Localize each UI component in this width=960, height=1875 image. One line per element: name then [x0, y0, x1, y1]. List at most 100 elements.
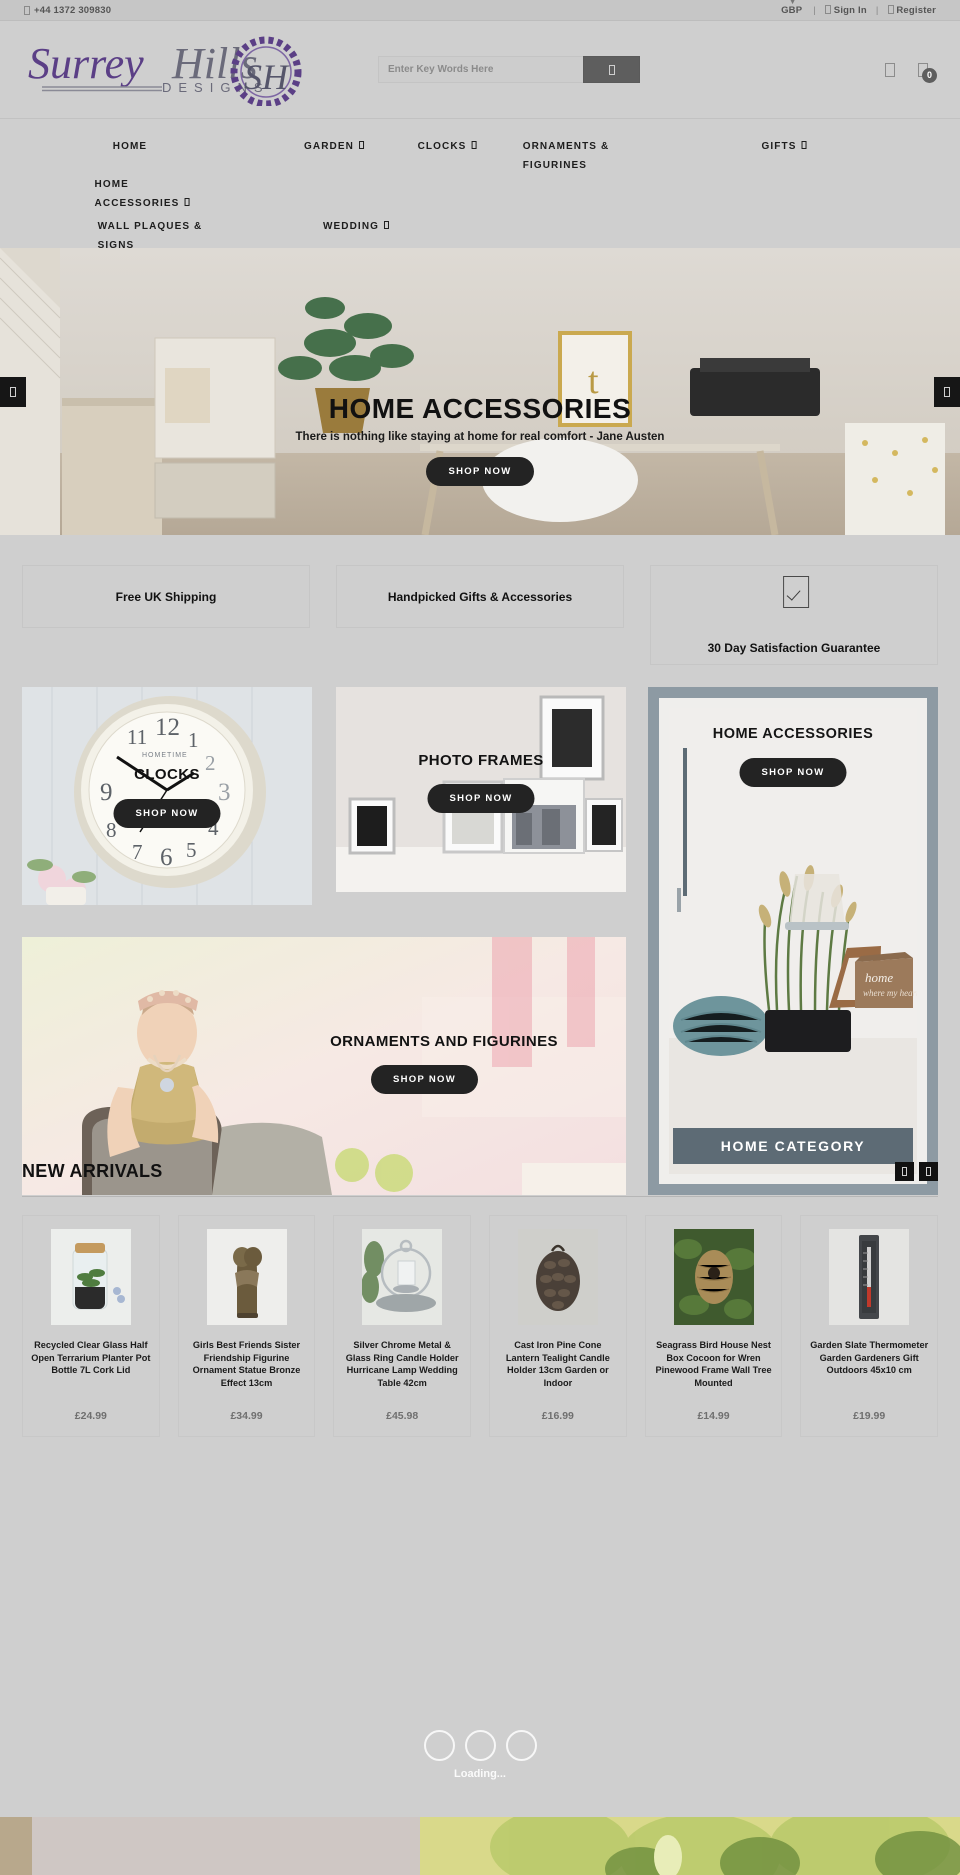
nav-item-gifts[interactable]: GIFTS	[762, 137, 807, 156]
search-icon	[608, 64, 615, 75]
tile-shop-now-button[interactable]: SHOP NOW	[739, 758, 847, 787]
hero-shop-now-button[interactable]: SHOP NOW	[426, 456, 534, 486]
tile-label: CLOCKS	[134, 766, 200, 783]
nav-item-label: WALL PLAQUES & SIGNS	[97, 221, 203, 251]
nav-item-label: WEDDING	[322, 221, 380, 232]
phone-number[interactable]: +44 1372 309830	[24, 5, 111, 16]
product-thumbnail	[673, 1229, 756, 1325]
svg-text:12: 12	[155, 714, 180, 741]
product-name: Recycled Clear Glass Half Open Terrarium…	[31, 1340, 151, 1375]
currency-label: GBP	[781, 4, 803, 16]
product-thumbnail	[361, 1229, 443, 1325]
product-thumbnail	[829, 1229, 910, 1325]
feature-guarantee: 30 Day Satisfaction Guarantee	[650, 565, 938, 665]
wishlist-button[interactable]	[885, 62, 895, 77]
nav-item-ornaments-figurines[interactable]: ORNAMENTS & FIGURINES	[523, 137, 610, 175]
svg-text:8: 8	[106, 818, 117, 842]
arrivals-next-button[interactable]	[919, 1162, 938, 1181]
sign-in-label: Sign In	[833, 4, 867, 16]
hero-next-button[interactable]	[934, 376, 960, 407]
section-title: NEW ARRIVALS	[22, 1161, 163, 1181]
feature-free-shipping: Free UK Shipping	[22, 565, 310, 628]
nav-item-home[interactable]: HOME	[113, 137, 147, 156]
product-card[interactable]: Silver Chrome Metal & Glass Ring Candle …	[333, 1215, 472, 1437]
tile-label: HOME ACCESSORIES	[712, 726, 874, 742]
chevron-down-icon	[801, 141, 807, 149]
tile-shop-now-button[interactable]: SHOP NOW	[370, 1065, 478, 1094]
divider: |	[875, 4, 879, 16]
cart-button[interactable]: 0	[918, 62, 937, 83]
search-button[interactable]	[583, 56, 640, 83]
cart-count-badge: 0	[922, 67, 937, 83]
product-thumbnail	[517, 1229, 598, 1325]
chevron-down-icon	[184, 198, 190, 206]
hero-title: HOME ACCESSORIES	[328, 392, 632, 424]
tile-shop-now-button[interactable]: SHOP NOW	[113, 799, 221, 828]
currency-selector[interactable]: ▼ GBP	[781, 0, 804, 16]
chevron-down-icon	[358, 141, 364, 149]
sign-in-link[interactable]: Sign In	[824, 4, 867, 16]
hero-banner: t HOME ACCESSORIES There is nothing like…	[0, 248, 960, 535]
product-name: Cast Iron Pine Cone Lantern Tealight Can…	[505, 1340, 610, 1388]
tile-shop-now-button[interactable]: SHOP NOW	[427, 784, 535, 813]
nav-item-label: ORNAMENTS & FIGURINES	[522, 141, 610, 171]
svg-text:6: 6	[160, 844, 173, 871]
search-input[interactable]	[378, 56, 583, 83]
phone-icon	[24, 5, 30, 15]
nav-item-clocks[interactable]: CLOCKS	[418, 137, 477, 156]
product-card[interactable]: Recycled Clear Glass Half Open Terrarium…	[22, 1215, 160, 1437]
product-card[interactable]: Seagrass Bird House Nest Box Cocoon for …	[644, 1215, 783, 1437]
arrivals-prev-button[interactable]	[895, 1162, 914, 1181]
svg-text:5: 5	[186, 838, 197, 862]
heart-icon	[885, 62, 895, 77]
search-bar	[378, 56, 640, 83]
hero-prev-button[interactable]	[0, 376, 26, 407]
user-icon	[824, 4, 831, 14]
user-plus-icon	[887, 4, 894, 14]
product-card[interactable]: Cast Iron Pine Cone Lantern Tealight Can…	[489, 1215, 627, 1437]
loading-label: Loading...	[454, 1768, 506, 1780]
category-tiles: 12 3 6 9 11 1 2 4 5 7 8 HOMETIME CLOCKS …	[0, 687, 960, 1195]
product-price: £19.99	[853, 1410, 886, 1422]
feature-label: 30 Day Satisfaction Guarantee	[707, 641, 881, 655]
product-name: Girls Best Friends Sister Friendship Fig…	[192, 1340, 301, 1388]
svg-text:where my heart is: where my heart is	[863, 988, 917, 998]
check-box-icon	[783, 576, 810, 608]
category-tile-photo-frames[interactable]: PHOTO FRAMES SHOP NOW	[336, 687, 626, 892]
product-thumbnail	[50, 1229, 131, 1325]
chevron-down-icon: ▼	[789, 0, 797, 6]
tile-inner: home where my heart is HOME ACCESSORIES …	[659, 698, 927, 1184]
product-price: £14.99	[697, 1410, 730, 1422]
svg-text:HOMETIME: HOMETIME	[142, 752, 188, 759]
register-link[interactable]: Register	[887, 4, 936, 16]
feature-highlights: Free UK Shipping Handpicked Gifts & Acce…	[0, 535, 960, 687]
site-header: Surrey Hills DESIGNS SH 0	[0, 21, 960, 118]
hero-subtitle: There is nothing like staying at home fo…	[295, 430, 665, 443]
nav-item-wedding[interactable]: WEDDING	[322, 217, 390, 236]
product-name: Silver Chrome Metal & Glass Ring Candle …	[345, 1340, 459, 1388]
nav-item-garden[interactable]: GARDEN	[304, 137, 364, 156]
category-tile-clocks[interactable]: 12 3 6 9 11 1 2 4 5 7 8 HOMETIME CLOCKS …	[22, 687, 312, 905]
chevron-down-icon	[471, 141, 477, 149]
divider: |	[813, 4, 816, 16]
product-card[interactable]: Girls Best Friends Sister Friendship Fig…	[177, 1215, 316, 1437]
register-label: Register	[896, 4, 936, 16]
tile-label: ORNAMENTS AND FIGURINES	[330, 1033, 558, 1050]
tile-label: PHOTO FRAMES	[418, 752, 544, 769]
chevron-left-icon	[10, 386, 16, 397]
new-arrivals-section: NEW ARRIVALS Recycled Clear Glass Half O…	[0, 1147, 960, 1437]
site-logo[interactable]: Surrey Hills DESIGNS SH	[22, 34, 322, 106]
nav-item-label: CLOCKS	[417, 141, 467, 152]
clocks-tile-image: 12 3 6 9 11 1 2 4 5 7 8 HOMETIME	[22, 687, 312, 905]
category-tile-home-accessories[interactable]: home where my heart is HOME ACCESSORIES …	[648, 687, 938, 1195]
product-price: £24.99	[74, 1410, 107, 1422]
chevron-right-icon	[944, 386, 950, 397]
feature-label: Free UK Shipping	[115, 589, 217, 604]
nav-item-label: HOME	[112, 141, 148, 152]
loading-indicator: Loading...	[0, 1730, 960, 1780]
nav-item-label: HOME ACCESSORIES	[94, 179, 180, 209]
product-name: Seagrass Bird House Nest Box Cocoon for …	[655, 1340, 772, 1388]
chevron-down-icon	[384, 221, 390, 229]
nav-item-home-accessories[interactable]: HOME ACCESSORIES	[95, 175, 190, 213]
product-card[interactable]: Garden Slate Thermometer Garden Gardener…	[800, 1215, 939, 1437]
